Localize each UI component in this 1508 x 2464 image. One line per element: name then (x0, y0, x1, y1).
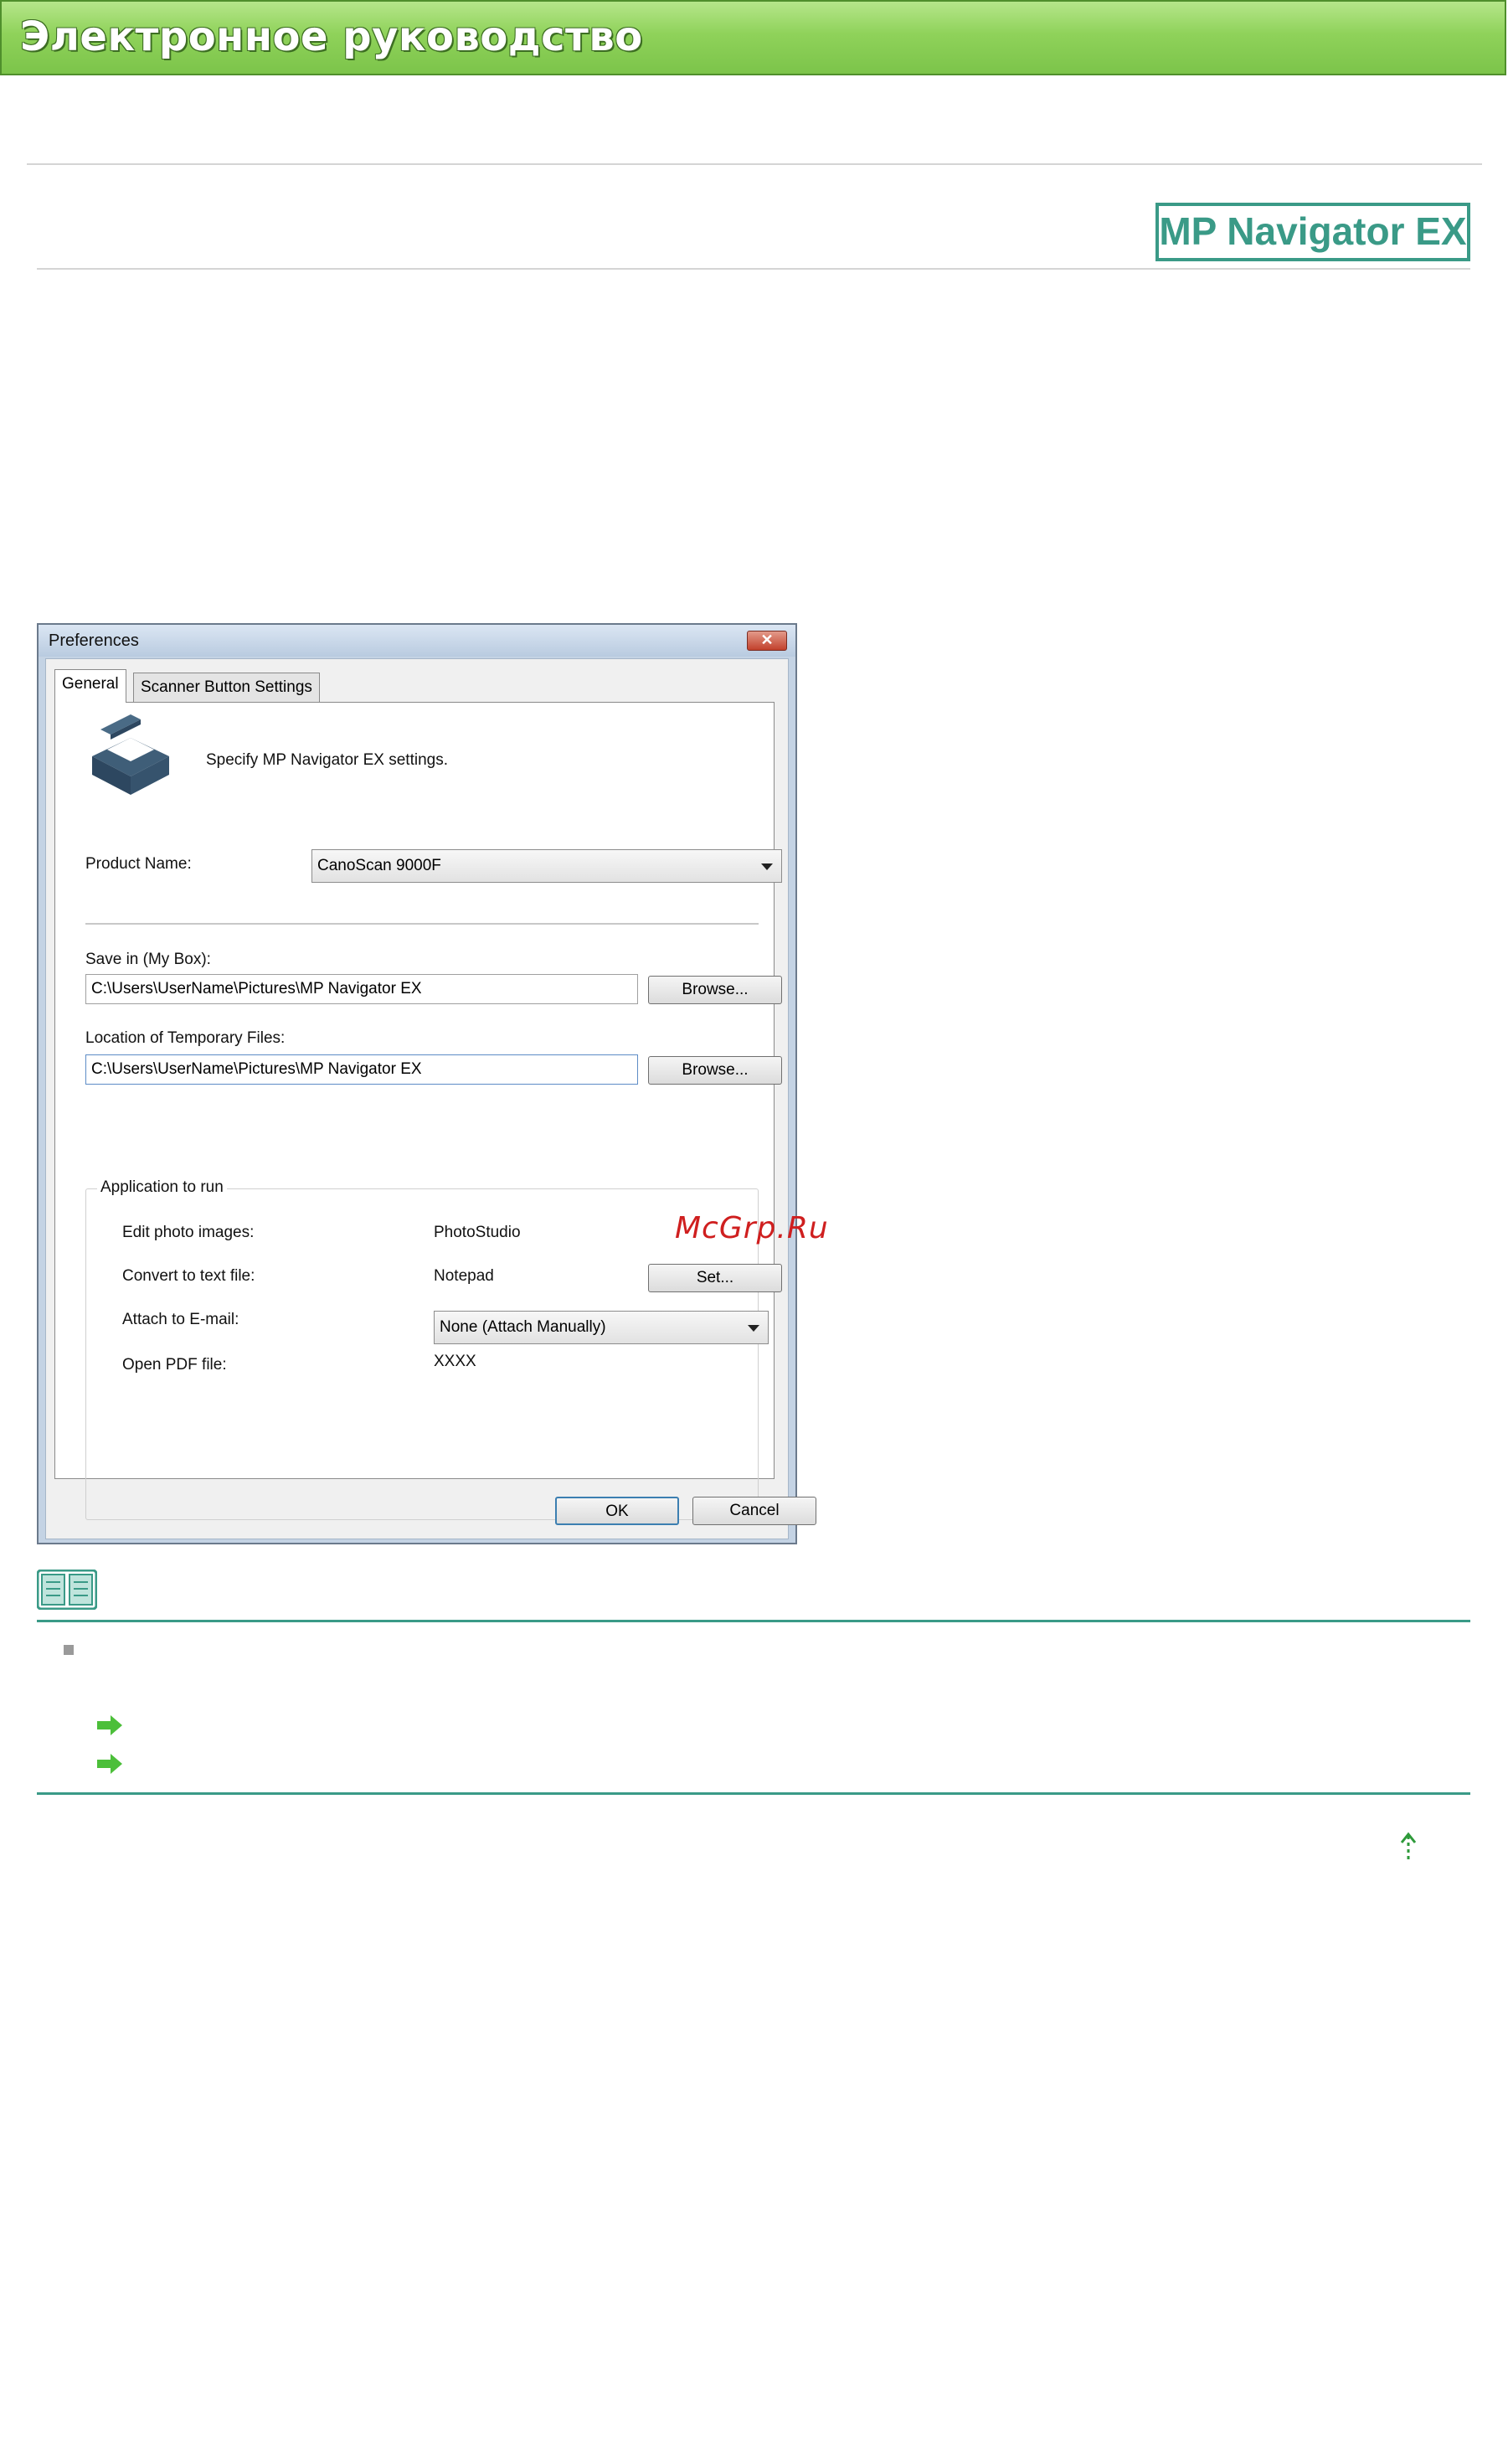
temp-files-label: Location of Temporary Files: (85, 1029, 286, 1047)
browse-temp-button[interactable]: Browse... (648, 1056, 782, 1085)
chevron-down-icon (748, 1325, 759, 1332)
cancel-button[interactable]: Cancel (692, 1497, 816, 1525)
edit-photo-label: Edit photo images: (122, 1224, 255, 1241)
preferences-dialog: Preferences ✕ General Scanner Button Set… (37, 623, 816, 1544)
header-title: Электронное руководство (20, 13, 643, 60)
dialog-body: General Scanner Button Settings Specify … (45, 658, 816, 1539)
tab-scanner-button-settings[interactable]: Scanner Button Settings (133, 673, 320, 703)
general-tab-panel: Specify MP Navigator EX settings. Produc… (54, 702, 782, 1520)
arrow-right-icon[interactable] (95, 1752, 124, 1776)
note-divider (37, 1620, 1470, 1622)
dialog-titlebar: Preferences ✕ (39, 625, 795, 657)
bottom-divider (37, 1792, 1470, 1795)
note-book-icon (37, 1570, 97, 1610)
intro-text: Specify MP Navigator EX settings. (206, 751, 448, 769)
watermark: McGrp.Ru (675, 1211, 829, 1245)
attach-email-value: None (Attach Manually) (440, 1318, 606, 1336)
product-name-value: CanoScan 9000F (317, 857, 441, 874)
dialog-title: Preferences (49, 631, 139, 650)
ok-button[interactable]: OK (555, 1497, 679, 1525)
open-pdf-value: XXXX (434, 1353, 476, 1370)
save-in-label: Save in (My Box): (85, 951, 211, 968)
chevron-down-icon (761, 863, 773, 870)
browse-save-button[interactable]: Browse... (648, 976, 782, 1004)
bullet-icon (64, 1645, 74, 1655)
logo-divider (37, 268, 1470, 270)
tab-general[interactable]: General (54, 669, 126, 703)
product-logo: MP Navigator EX (1155, 203, 1470, 261)
convert-text-value: Notepad (434, 1267, 494, 1285)
separator (85, 923, 759, 925)
product-name-select[interactable]: CanoScan 9000F (311, 849, 782, 883)
edit-photo-value: PhotoStudio (434, 1224, 521, 1241)
scanner-icon (92, 714, 169, 795)
temp-files-field[interactable]: C:\Users\UserName\Pictures\MP Navigator … (85, 1054, 638, 1085)
arrow-right-icon[interactable] (95, 1714, 124, 1737)
attach-email-select[interactable]: None (Attach Manually) (434, 1311, 769, 1344)
application-group-legend: Application to run (97, 1178, 227, 1197)
header-banner: Электронное руководство (0, 0, 1506, 75)
convert-text-label: Convert to text file: (122, 1267, 255, 1285)
top-divider (27, 163, 1482, 165)
set-button[interactable]: Set... (648, 1264, 782, 1292)
save-in-field[interactable]: C:\Users\UserName\Pictures\MP Navigator … (85, 974, 638, 1004)
close-icon[interactable]: ✕ (747, 631, 787, 651)
back-to-top-icon[interactable] (1397, 1831, 1420, 1864)
open-pdf-label: Open PDF file: (122, 1356, 227, 1374)
product-name-label: Product Name: (85, 855, 192, 873)
attach-email-label: Attach to E-mail: (122, 1311, 239, 1328)
